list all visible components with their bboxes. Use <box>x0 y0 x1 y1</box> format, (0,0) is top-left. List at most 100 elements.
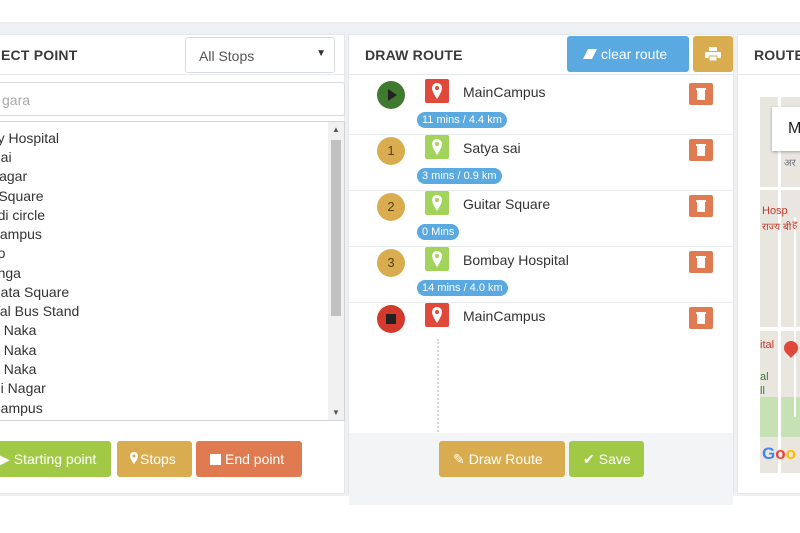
scroll-down-icon[interactable]: ▼ <box>331 408 341 417</box>
travel-time-badge: 14 mins / 4.0 km <box>417 280 508 296</box>
clear-route-label: clear route <box>601 46 668 62</box>
map-pin-icon <box>425 247 449 271</box>
list-item[interactable]: godi circle <box>0 207 45 223</box>
route-map-header: ROUTE <box>738 35 800 75</box>
print-button[interactable] <box>693 36 733 72</box>
list-item[interactable]: yNagar <box>0 168 27 184</box>
stop-filter-value: All Stops <box>199 48 255 64</box>
print-icon <box>705 46 721 62</box>
map-type-label: M <box>788 120 800 137</box>
trash-icon[interactable] <box>689 307 713 329</box>
travel-time-badge: 0 Mins <box>417 224 460 240</box>
map-label: ह <box>792 220 798 231</box>
draw-route-button[interactable]: ✎ Draw Route <box>439 441 565 477</box>
stop-list[interactable]: bay Hospital a sai yNagar ar Square godi… <box>0 121 345 421</box>
save-label: Save <box>598 451 631 467</box>
list-item[interactable]: ow Naka <box>0 361 36 377</box>
clear-route-button[interactable]: clear route <box>567 36 689 72</box>
starting-point-button[interactable]: ▶ Starting point <box>0 441 111 477</box>
eraser-icon <box>583 36 597 72</box>
stop-order-badge: 3 <box>377 249 405 277</box>
stops-label: Stops <box>140 451 176 467</box>
scrollbar[interactable]: ▲ ▼ <box>328 122 344 420</box>
travel-time-badge: 3 mins / 0.9 km <box>417 168 502 184</box>
list-item[interactable]: ow Naka <box>0 322 36 338</box>
route-stop-name: Guitar Square <box>463 196 551 212</box>
list-item[interactable]: nCampus <box>0 226 42 242</box>
map-label: Hosp <box>762 205 788 217</box>
list-item[interactable]: hali Nagar <box>0 380 46 396</box>
draw-route-footer: ✎ Draw Route ✔ Save <box>349 433 733 505</box>
list-item[interactable]: bay Hospital <box>0 130 59 146</box>
map-pin-icon <box>425 79 449 103</box>
select-point-header: ECT POINT All Stops ▼ <box>0 35 344 75</box>
map-label: अर <box>784 158 796 169</box>
end-point-label: End point <box>225 451 285 467</box>
draw-route-panel: DRAW ROUTE clear route MainCampus 11 min… <box>348 34 734 505</box>
route-stop-name: Bombay Hospital <box>463 252 569 268</box>
map-type-control[interactable]: M <box>772 107 800 151</box>
list-item[interactable]: ar Square <box>0 188 43 204</box>
check-icon: ✔ <box>583 451 595 467</box>
trash-icon[interactable] <box>689 195 713 217</box>
trash-icon[interactable] <box>689 139 713 161</box>
select-point-panel: ECT POINT All Stops ▼ gara bay Hospital … <box>0 34 345 494</box>
map-road <box>778 97 781 473</box>
map-label: al <box>760 371 769 383</box>
map-marker-icon <box>130 441 138 477</box>
google-logo: Goo <box>762 443 800 468</box>
scrollbar-thumb[interactable] <box>331 140 341 316</box>
stops-button[interactable]: Stops <box>117 441 192 477</box>
stop-order-badge: 2 <box>377 193 405 221</box>
save-button[interactable]: ✔ Save <box>569 441 644 477</box>
scroll-up-icon[interactable]: ▲ <box>331 125 341 134</box>
list-item[interactable]: ndo <box>0 245 5 261</box>
list-item[interactable]: i Mata Square <box>0 284 69 300</box>
stop-search-input[interactable]: gara <box>0 82 345 116</box>
route-stop-row: 1 Satya sai 3 mins / 0.9 km <box>349 135 733 191</box>
travel-time-badge: 11 mins / 4.4 km <box>417 112 507 128</box>
map-marker-icon <box>781 338 800 358</box>
chevron-down-icon: ▼ <box>316 48 326 59</box>
map-label: ital <box>760 339 775 351</box>
trash-icon[interactable] <box>689 83 713 105</box>
pencil-icon: ✎ <box>453 451 465 467</box>
stop-icon <box>377 305 405 333</box>
route-stop-name: MainCampus <box>463 308 546 324</box>
start-icon <box>377 81 405 109</box>
panel-title: ROUTE <box>754 47 800 63</box>
map-pin-icon <box>425 135 449 159</box>
svg-text:Goo: Goo <box>762 444 796 463</box>
route-map[interactable]: M अर Hosp ह राज्य बी ital al ll Goo <box>760 97 800 473</box>
route-stop-row: 2 Guitar Square 0 Mins <box>349 191 733 247</box>
play-icon: ▶ <box>0 451 10 467</box>
stop-order-badge: 1 <box>377 137 405 165</box>
end-point-button[interactable]: End point <box>196 441 302 477</box>
list-item[interactable]: n campus <box>0 400 43 416</box>
route-stop-name: MainCampus <box>463 84 546 100</box>
map-pin-icon <box>425 303 449 327</box>
route-stop-row: 3 Bombay Hospital 14 mins / 4.0 km <box>349 247 733 303</box>
map-label: राज्य बी <box>762 222 792 233</box>
map-road <box>794 217 796 417</box>
google-logo-mark: Goo <box>762 444 796 463</box>
route-stop-row: MainCampus 11 mins / 4.4 km <box>349 79 733 135</box>
stop-filter-select[interactable]: All Stops ▼ <box>185 37 335 73</box>
list-item[interactable]: gwal Bus Stand <box>0 303 79 319</box>
map-pin-icon <box>425 191 449 215</box>
list-item[interactable]: ganga <box>0 265 21 281</box>
route-stop-row: MainCampus <box>349 303 733 359</box>
app-workspace: ECT POINT All Stops ▼ gara bay Hospital … <box>0 22 800 505</box>
starting-point-label: Starting point <box>13 451 97 467</box>
list-item[interactable]: ow Naka <box>0 342 36 358</box>
stop-square-icon <box>210 441 221 477</box>
route-stop-name: Satya sai <box>463 140 521 156</box>
route-map-panel: ROUTE M अर Hosp ह राज्य बी ital al ll Go… <box>737 34 800 494</box>
panel-title: ECT POINT <box>1 47 78 63</box>
panel-title: DRAW ROUTE <box>365 47 463 63</box>
trash-icon[interactable] <box>689 251 713 273</box>
stop-search-value: gara <box>2 92 31 108</box>
map-label: ll <box>760 385 765 397</box>
list-item[interactable]: a sai <box>0 149 12 165</box>
draw-route-label: Draw Route <box>468 451 543 467</box>
